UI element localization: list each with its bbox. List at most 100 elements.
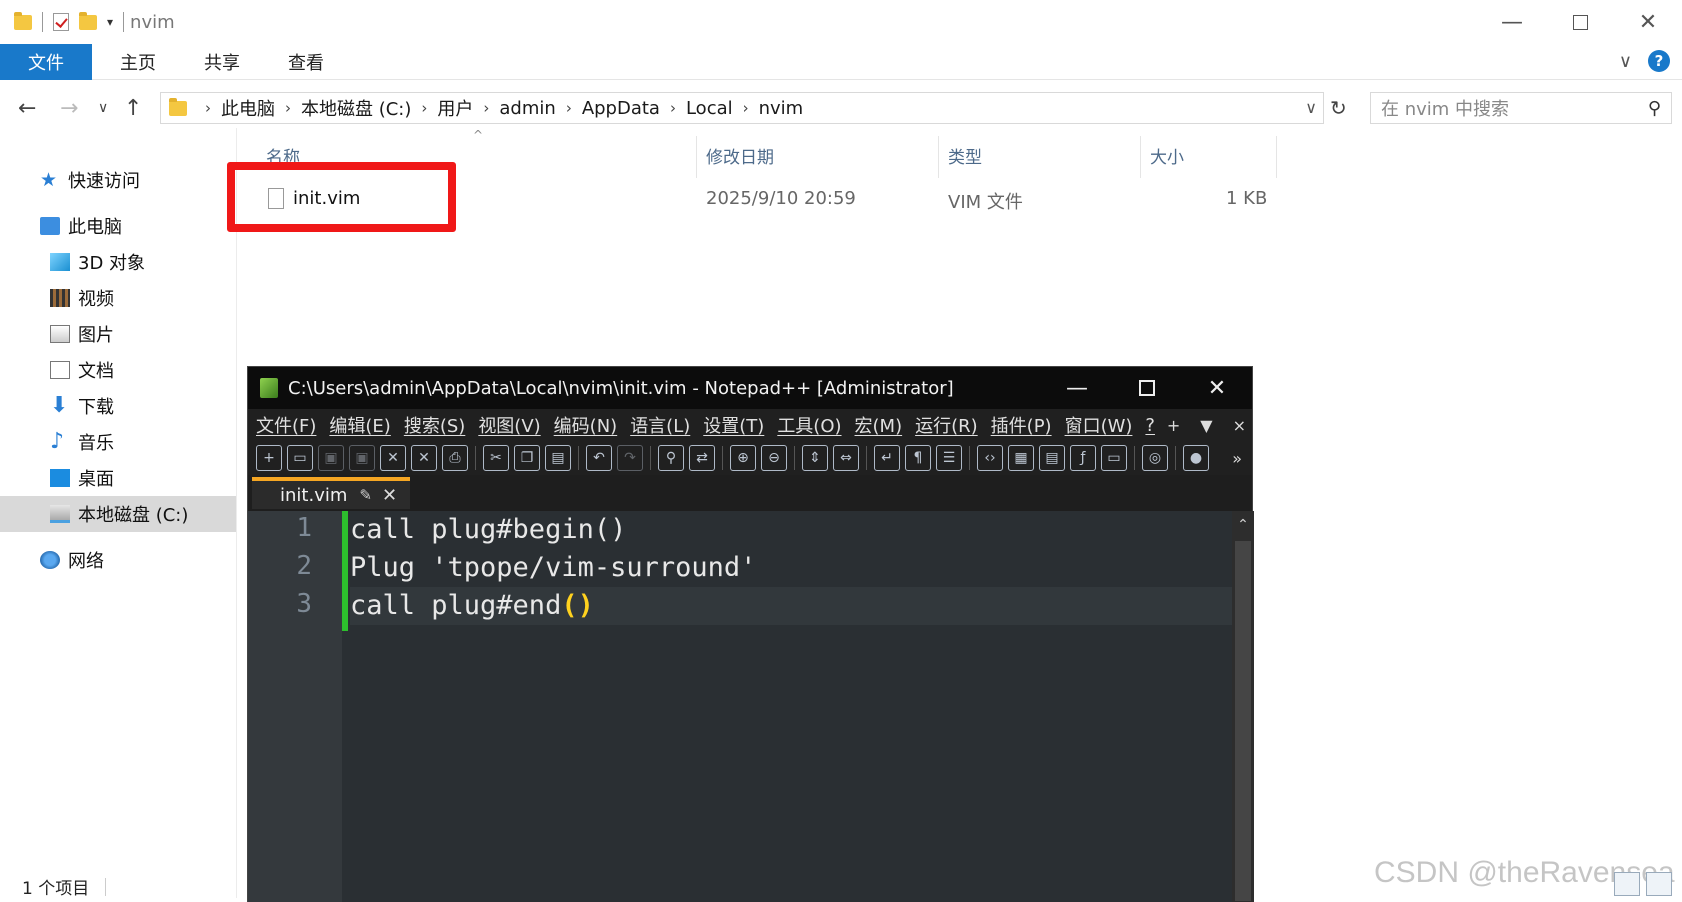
chevron-right-icon[interactable]: › [483, 99, 489, 117]
customize-toolbar-icon[interactable]: ▾ [107, 15, 113, 29]
address-field[interactable]: › 此电脑 › 本地磁盘 (C:) › 用户 › admin › AppData… [160, 92, 1324, 124]
scroll-up-icon[interactable]: ⌃ [1232, 511, 1254, 533]
code-line[interactable]: call plug#begin() [350, 511, 1232, 549]
column-divider[interactable] [1140, 136, 1141, 178]
doc-list-icon[interactable]: ▤ [1039, 445, 1065, 471]
paste-icon[interactable]: ▤ [545, 445, 571, 471]
replace-icon[interactable]: ⇄ [689, 445, 715, 471]
minimize-button[interactable]: — [1042, 367, 1112, 409]
sidebar-item-documents[interactable]: 文档 [0, 352, 236, 388]
menu-settings[interactable]: 设置(T) [703, 412, 764, 438]
new-tab-icon[interactable]: + [1167, 416, 1180, 435]
properties-icon[interactable] [53, 13, 69, 31]
search-box[interactable]: 在 nvim 中搜索 ⚲ [1370, 92, 1672, 124]
expand-ribbon-icon[interactable]: ∨ [1619, 51, 1632, 72]
column-divider[interactable] [1276, 136, 1277, 178]
chevron-right-icon[interactable]: › [566, 99, 572, 117]
udl-icon[interactable]: ‹› [977, 445, 1003, 471]
indent-guide-icon[interactable]: ☰ [936, 445, 962, 471]
redo-icon[interactable]: ↷ [617, 445, 643, 471]
sidebar-item-local-disk[interactable]: 本地磁盘 (C:) [0, 496, 236, 532]
tab-view[interactable]: 查看 [264, 44, 348, 80]
menu-window[interactable]: 窗口(W) [1065, 412, 1133, 438]
copy-icon[interactable]: ❐ [514, 445, 540, 471]
print-icon[interactable]: ⎙ [442, 445, 468, 471]
folder-workspace-icon[interactable]: ▭ [1101, 445, 1127, 471]
menu-search[interactable]: 搜索(S) [404, 412, 465, 438]
find-icon[interactable]: ⚲ [658, 445, 684, 471]
sidebar-item-desktop[interactable]: 桌面 [0, 460, 236, 496]
save-icon[interactable]: ▣ [318, 445, 344, 471]
sidebar-item-videos[interactable]: 视频 [0, 280, 236, 316]
close-doc-icon[interactable]: × [1233, 416, 1246, 435]
maximize-button[interactable] [1112, 367, 1182, 409]
new-file-icon[interactable]: + [256, 445, 282, 471]
menu-tools[interactable]: 工具(O) [777, 412, 841, 438]
close-icon[interactable]: ✕ [380, 445, 406, 471]
chevron-right-icon[interactable]: › [285, 99, 291, 117]
code-line[interactable]: Plug 'tpope/vim-surround' [350, 549, 1232, 587]
menu-help[interactable]: ? [1145, 415, 1155, 436]
sidebar-item-network[interactable]: 网络 [0, 542, 236, 578]
back-button[interactable]: ← [18, 96, 36, 121]
close-button[interactable]: ✕ [1182, 367, 1252, 409]
menu-file[interactable]: 文件(F) [256, 412, 316, 438]
menu-language[interactable]: 语言(L) [630, 412, 690, 438]
breadcrumb-this-pc[interactable]: 此电脑 [221, 95, 275, 121]
column-divider[interactable] [938, 136, 939, 178]
monitoring-icon[interactable]: ◎ [1142, 445, 1168, 471]
breadcrumb-appdata[interactable]: AppData [582, 98, 660, 119]
recent-locations-icon[interactable]: ∨ [98, 100, 108, 116]
close-tab-icon[interactable]: ✕ [382, 485, 397, 506]
save-all-icon[interactable]: ▣ [349, 445, 375, 471]
new-folder-icon[interactable] [79, 11, 97, 30]
cut-icon[interactable]: ✂ [483, 445, 509, 471]
tab-home[interactable]: 主页 [96, 44, 180, 80]
code-editor[interactable]: 1 2 3 call plug#begin() Plug 'tpope/vim-… [248, 511, 1232, 902]
details-view-icon[interactable] [1614, 872, 1640, 896]
zoom-in-icon[interactable]: ⊕ [730, 445, 756, 471]
menu-macro[interactable]: 宏(M) [855, 412, 903, 438]
column-divider[interactable] [696, 136, 697, 178]
close-all-icon[interactable]: ✕ [411, 445, 437, 471]
large-icons-view-icon[interactable] [1646, 872, 1672, 896]
tab-list-icon[interactable]: ▼ [1200, 416, 1212, 435]
menu-plugins[interactable]: 插件(P) [991, 412, 1052, 438]
sync-horizontal-icon[interactable]: ⇔ [833, 445, 859, 471]
sidebar-item-3d-objects[interactable]: 3D 对象 [0, 244, 236, 280]
sidebar-item-downloads[interactable]: ⬇ 下载 [0, 388, 236, 424]
function-list-icon[interactable]: ƒ [1070, 445, 1096, 471]
address-dropdown-icon[interactable]: ∨ [1305, 98, 1317, 117]
breadcrumb-admin[interactable]: admin [499, 98, 555, 119]
toolbar-overflow-icon[interactable]: » [1232, 449, 1242, 468]
show-all-chars-icon[interactable]: ¶ [905, 445, 931, 471]
word-wrap-icon[interactable]: ↵ [874, 445, 900, 471]
zoom-out-icon[interactable]: ⊖ [761, 445, 787, 471]
breadcrumb-users[interactable]: 用户 [437, 95, 473, 121]
up-button[interactable]: ↑ [124, 96, 142, 121]
tab-file[interactable]: 文件 [0, 43, 92, 80]
sync-vertical-icon[interactable]: ⇕ [802, 445, 828, 471]
minimize-button[interactable]: — [1478, 0, 1546, 44]
chevron-right-icon[interactable]: › [421, 99, 427, 117]
breadcrumb-c-drive[interactable]: 本地磁盘 (C:) [301, 95, 411, 121]
help-icon[interactable]: ? [1648, 50, 1670, 72]
sidebar-item-pictures[interactable]: 图片 [0, 316, 236, 352]
record-macro-icon[interactable]: ● [1183, 445, 1209, 471]
menu-run[interactable]: 运行(R) [915, 412, 978, 438]
close-button[interactable]: ✕ [1614, 0, 1682, 44]
breadcrumb-local[interactable]: Local [686, 98, 733, 119]
sidebar-item-music[interactable]: ♪ 音乐 [0, 424, 236, 460]
open-file-icon[interactable]: ▭ [287, 445, 313, 471]
menu-edit[interactable]: 编辑(E) [329, 412, 390, 438]
menu-encoding[interactable]: 编码(N) [554, 412, 618, 438]
breadcrumb-nvim[interactable]: nvim [759, 98, 804, 119]
forward-button[interactable]: → [60, 96, 78, 121]
undo-icon[interactable]: ↶ [586, 445, 612, 471]
tab-init-vim[interactable]: init.vim ✎ ✕ [252, 477, 410, 509]
tab-share[interactable]: 共享 [180, 44, 264, 80]
scroll-thumb[interactable] [1235, 541, 1251, 901]
chevron-right-icon[interactable]: › [743, 99, 749, 117]
chevron-right-icon[interactable]: › [670, 99, 676, 117]
vertical-scrollbar[interactable]: ⌃ [1232, 511, 1254, 902]
